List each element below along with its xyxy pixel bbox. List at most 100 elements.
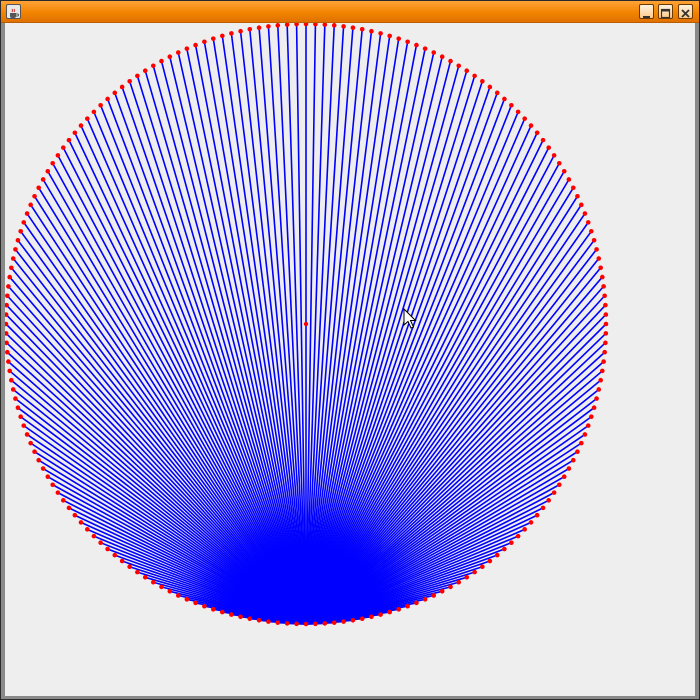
circle-point [72,512,78,518]
circle-point [601,284,606,289]
circle-point [603,312,609,317]
drawing-canvas[interactable] [5,23,695,696]
circle-point [396,607,402,612]
circle-point [522,116,527,121]
close-icon [681,9,690,18]
circle-point [112,552,118,558]
circle-point [78,520,84,525]
circle-point [7,368,12,374]
circle-point [561,168,567,174]
circle-point [387,609,393,615]
circle-point [32,193,37,199]
circle-point [603,340,608,346]
circle-point [220,33,225,39]
circle-point [135,569,140,575]
circle-point [414,42,419,48]
circle-point [422,46,428,51]
circle-point [494,552,500,558]
circle-point [9,265,14,271]
circle-point [229,31,234,36]
circle-point [502,546,507,552]
circle-point [32,449,37,455]
circle-point [589,414,594,420]
title-bar[interactable] [1,1,699,23]
circle-point [119,558,125,564]
app-window [0,0,700,700]
circle-point [60,145,66,150]
circle-point [6,359,11,364]
circle-point [18,228,23,234]
circle-point [594,247,599,252]
circle-point [571,457,576,463]
circle-point [439,54,445,59]
circle-point [28,440,33,446]
circle-point [167,589,173,594]
circle-point [350,618,356,623]
circle-point [596,387,602,392]
circle-point [378,31,383,36]
circle-point [515,533,521,539]
circle-point [5,349,10,355]
circle-point [119,84,125,90]
circle-point [184,46,190,51]
circle-point [78,123,84,128]
circle-point [487,84,493,90]
circle-point [13,247,18,252]
circle-point [193,42,198,48]
circle-point [210,607,216,612]
circle-point [303,23,309,27]
circle-point [551,153,557,158]
circle-point [266,619,271,624]
circle-point [202,39,207,45]
circle-point [534,130,540,136]
circle-point [91,533,97,539]
circle-point [50,482,55,488]
circle-point [414,600,419,606]
circle-point [36,185,41,191]
circle-point [472,73,477,79]
circle-point [487,558,493,564]
circle-point [9,377,14,383]
circle-point [341,24,346,29]
minimize-button[interactable] [639,4,654,19]
circle-point [313,621,318,627]
circle-point [18,414,23,420]
chord-line [86,118,307,625]
circle-point [142,68,148,73]
circle-point [98,103,103,108]
circle-point [28,202,33,208]
circle-point [557,160,562,166]
circle-point [50,160,55,166]
maximize-button[interactable] [658,4,673,19]
circle-point [480,564,485,570]
circle-point [579,440,584,446]
circle-point [142,575,148,580]
java-cup-icon[interactable] [6,4,21,19]
drawing-panel[interactable] [5,23,695,696]
circle-point [575,449,580,455]
circle-point [566,177,572,182]
circle-point [387,33,393,39]
circle-point [150,63,156,69]
circle-point [72,130,78,136]
circle-point [24,432,30,437]
circle-point [238,28,243,34]
circle-point [21,423,27,428]
circle-point [378,612,383,617]
circle-point [600,274,605,280]
chord-line [305,118,526,625]
circle-point [45,168,51,174]
circle-point [456,579,462,585]
circle-point [528,123,534,128]
circle-point [55,153,61,158]
circle-point [220,609,225,615]
circle-point [551,490,557,495]
circle-point [589,228,594,234]
close-button[interactable] [678,4,693,19]
circle-point [448,58,453,64]
circle-point [582,211,588,216]
circle-point [229,612,234,617]
circle-point [464,575,470,580]
minimize-icon [643,16,650,18]
circle-point [6,284,11,289]
